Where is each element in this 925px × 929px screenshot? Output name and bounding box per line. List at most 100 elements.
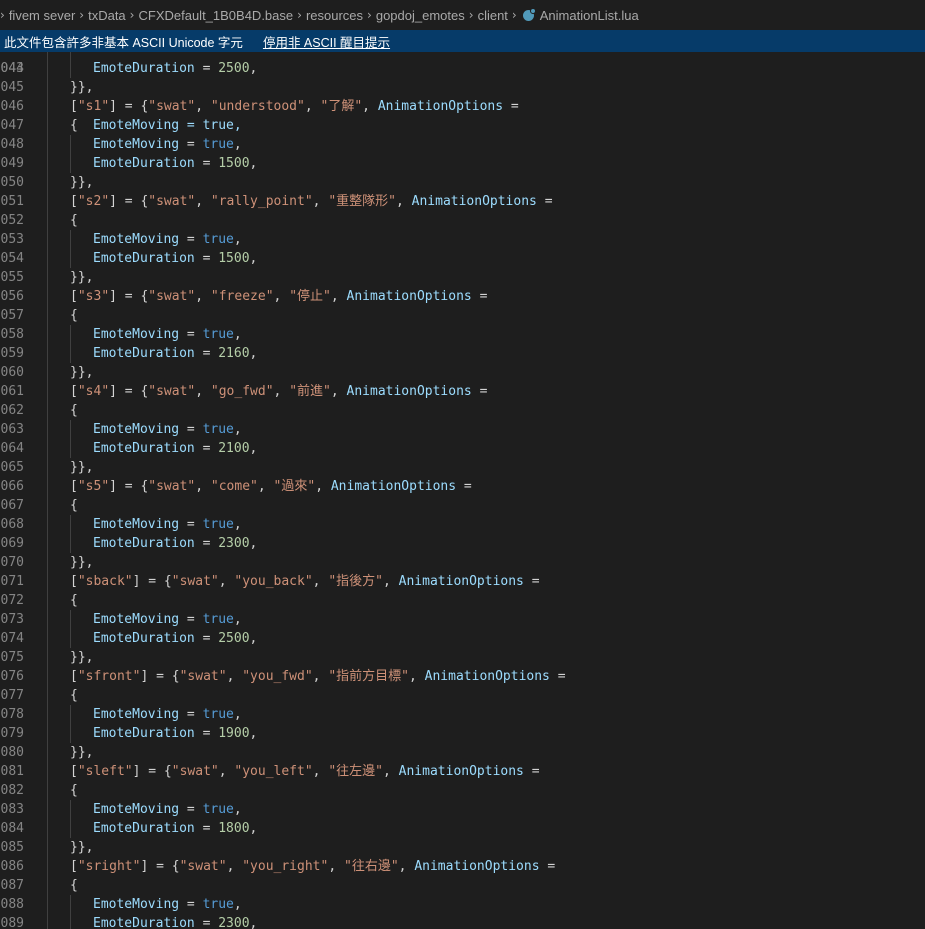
code-editor[interactable]: 043 EmoteMoving = true, 044 EmoteDuration… — [0, 40, 925, 929]
breadcrumb-item[interactable]: fivem sever — [9, 8, 75, 23]
code-line[interactable]: 076 ["sfront"] = {"swat", "you_fwd", "指前方… — [0, 667, 925, 686]
code-line[interactable]: 078 EmoteMoving = true, — [0, 705, 925, 724]
code-line[interactable]: 080}}, — [0, 743, 925, 762]
code-token: }}, — [70, 270, 94, 285]
line-number-text: 073 — [0, 612, 24, 627]
code-line[interactable]: 075}}, — [0, 648, 925, 667]
code-token: = — [539, 859, 556, 874]
code-line[interactable]: 054 EmoteDuration = 1500, — [0, 249, 925, 268]
indent-guide — [47, 914, 48, 929]
code-token: , — [233, 232, 242, 247]
code-token: s4 — [85, 384, 102, 399]
code-line[interactable]: 067 { — [0, 496, 925, 515]
code-line[interactable]: 068 EmoteMoving = true, — [0, 515, 925, 534]
code-line[interactable]: 079 EmoteDuration = 1900, — [0, 724, 925, 743]
code-line[interactable]: 062 { — [0, 401, 925, 420]
code-line[interactable]: 073 EmoteMoving = true, — [0, 610, 925, 629]
code-line[interactable]: 072 { — [0, 591, 925, 610]
code-line[interactable]: 050}}, — [0, 173, 925, 192]
code-token: , — [257, 479, 274, 494]
code-line[interactable]: 077 { — [0, 686, 925, 705]
code-line[interactable]: 056 ["s3"] = {"swat", "freeze", "停止", Ani… — [0, 287, 925, 306]
code-token: = — [179, 897, 203, 912]
code-line[interactable]: 089 EmoteDuration = 2300, — [0, 914, 925, 929]
code-lines[interactable]: 044 EmoteDuration = 2500, 045}}, 046 ["s1"] … — [0, 59, 925, 929]
line-number: 056 — [0, 287, 24, 306]
code-line[interactable]: 071 ["sback"] = {"swat", "you_back", "指後方… — [0, 572, 925, 591]
breadcrumb-item[interactable]: txData — [88, 8, 126, 23]
code-token: , — [249, 821, 258, 836]
code-line[interactable]: 065}}, — [0, 458, 925, 477]
code-token: freeze — [218, 289, 266, 304]
code-line[interactable]: 047 { — [0, 116, 925, 135]
code-token: " — [250, 479, 258, 494]
code-line[interactable]: 060}}, — [0, 363, 925, 382]
code-token: = — [179, 612, 203, 627]
code-line[interactable]: 049 EmoteDuration = 1500, — [0, 154, 925, 173]
code-token: 2500 — [218, 61, 250, 76]
code-token: { — [70, 403, 78, 418]
code-line[interactable]: 082 { — [0, 781, 925, 800]
code-token: , — [226, 669, 243, 684]
code-token: { — [70, 688, 78, 703]
breadcrumb-item[interactable]: resources — [306, 8, 363, 23]
breadcrumb-file[interactable]: AnimationList.lua — [540, 8, 639, 23]
code-token: , — [249, 631, 258, 646]
breadcrumb-item[interactable]: gopdoj_emotes — [376, 8, 465, 23]
indent-guide — [47, 667, 48, 686]
code-line[interactable]: 087 { — [0, 876, 925, 895]
code-line[interactable]: 059 EmoteDuration = 2160, — [0, 344, 925, 363]
code-line[interactable]: 066 ["s5"] = {"swat", "come", "過來", Anima… — [0, 477, 925, 496]
code-text: }}, — [70, 743, 93, 762]
chevron-right-icon: › — [511, 8, 517, 22]
code-token: , — [233, 612, 242, 627]
code-line[interactable]: 053 EmoteMoving = true, — [0, 230, 925, 249]
code-token: " — [148, 384, 157, 399]
code-line[interactable]: 081 ["sleft"] = {"swat", "you_left", "往左邊… — [0, 762, 925, 781]
code-line[interactable]: 046 ["s1"] = {"swat", "understood", "了解",… — [0, 97, 925, 116]
breadcrumb-item[interactable]: client — [478, 8, 508, 23]
code-text: }}, — [70, 78, 93, 97]
code-token: 2100 — [218, 441, 250, 456]
indent-guide — [47, 344, 48, 363]
line-number: 067 — [0, 496, 24, 515]
code-line[interactable]: 055}}, — [0, 268, 925, 287]
code-line[interactable]: 069 EmoteDuration = 2300, — [0, 534, 925, 553]
disable-non-ascii-highlight-link[interactable]: 停用非 ASCII 醒目提示 — [263, 32, 390, 51]
code-token: EmoteDuration — [93, 156, 195, 171]
code-token: , — [249, 726, 258, 741]
line-number: 055 — [0, 268, 24, 287]
breadcrumb-item[interactable]: CFXDefault_1B0B4D.base — [138, 8, 293, 23]
code-token: AnimationOptions — [398, 574, 524, 589]
chevron-right-icon: › — [79, 8, 85, 22]
code-token: " — [101, 99, 110, 114]
code-line[interactable]: 052 { — [0, 211, 925, 230]
code-line[interactable]: 070}}, — [0, 553, 925, 572]
code-token: , — [233, 897, 242, 912]
code-line[interactable]: 057 { — [0, 306, 925, 325]
code-line[interactable]: 088 EmoteMoving = true, — [0, 895, 925, 914]
line-number: 046 — [0, 97, 24, 116]
code-line[interactable]: 044 EmoteDuration = 2500, — [0, 59, 925, 78]
code-token: " — [375, 764, 383, 779]
indent-guide — [47, 230, 48, 249]
code-line[interactable]: 064 EmoteDuration = 2100, — [0, 439, 925, 458]
code-line[interactable]: 058 EmoteMoving = true, — [0, 325, 925, 344]
code-token: ] = { — [109, 194, 149, 209]
code-token: , — [249, 346, 258, 361]
code-line[interactable]: 085}}, — [0, 838, 925, 857]
code-line[interactable]: 083 EmoteMoving = true, — [0, 800, 925, 819]
line-number-text: 078 — [0, 707, 24, 722]
code-line[interactable]: 048 EmoteMoving = true, — [0, 135, 925, 154]
code-line[interactable]: 045}}, — [0, 78, 925, 97]
code-token: EmoteDuration — [93, 726, 195, 741]
line-number-text: 070 — [0, 555, 24, 570]
indent-guide — [47, 895, 48, 914]
code-line[interactable]: 051 ["s2"] = {"swat", "rally_point", "重整隊… — [0, 192, 925, 211]
code-token: AnimationOptions — [411, 194, 537, 209]
code-line[interactable]: 074 EmoteDuration = 2500, — [0, 629, 925, 648]
code-line[interactable]: 061 ["s4"] = {"swat", "go_fwd", "前進", Ani… — [0, 382, 925, 401]
code-line[interactable]: 086 ["sright"] = {"swat", "you_right", "往… — [0, 857, 925, 876]
code-line[interactable]: 063 EmoteMoving = true, — [0, 420, 925, 439]
code-line[interactable]: 084 EmoteDuration = 1800, — [0, 819, 925, 838]
